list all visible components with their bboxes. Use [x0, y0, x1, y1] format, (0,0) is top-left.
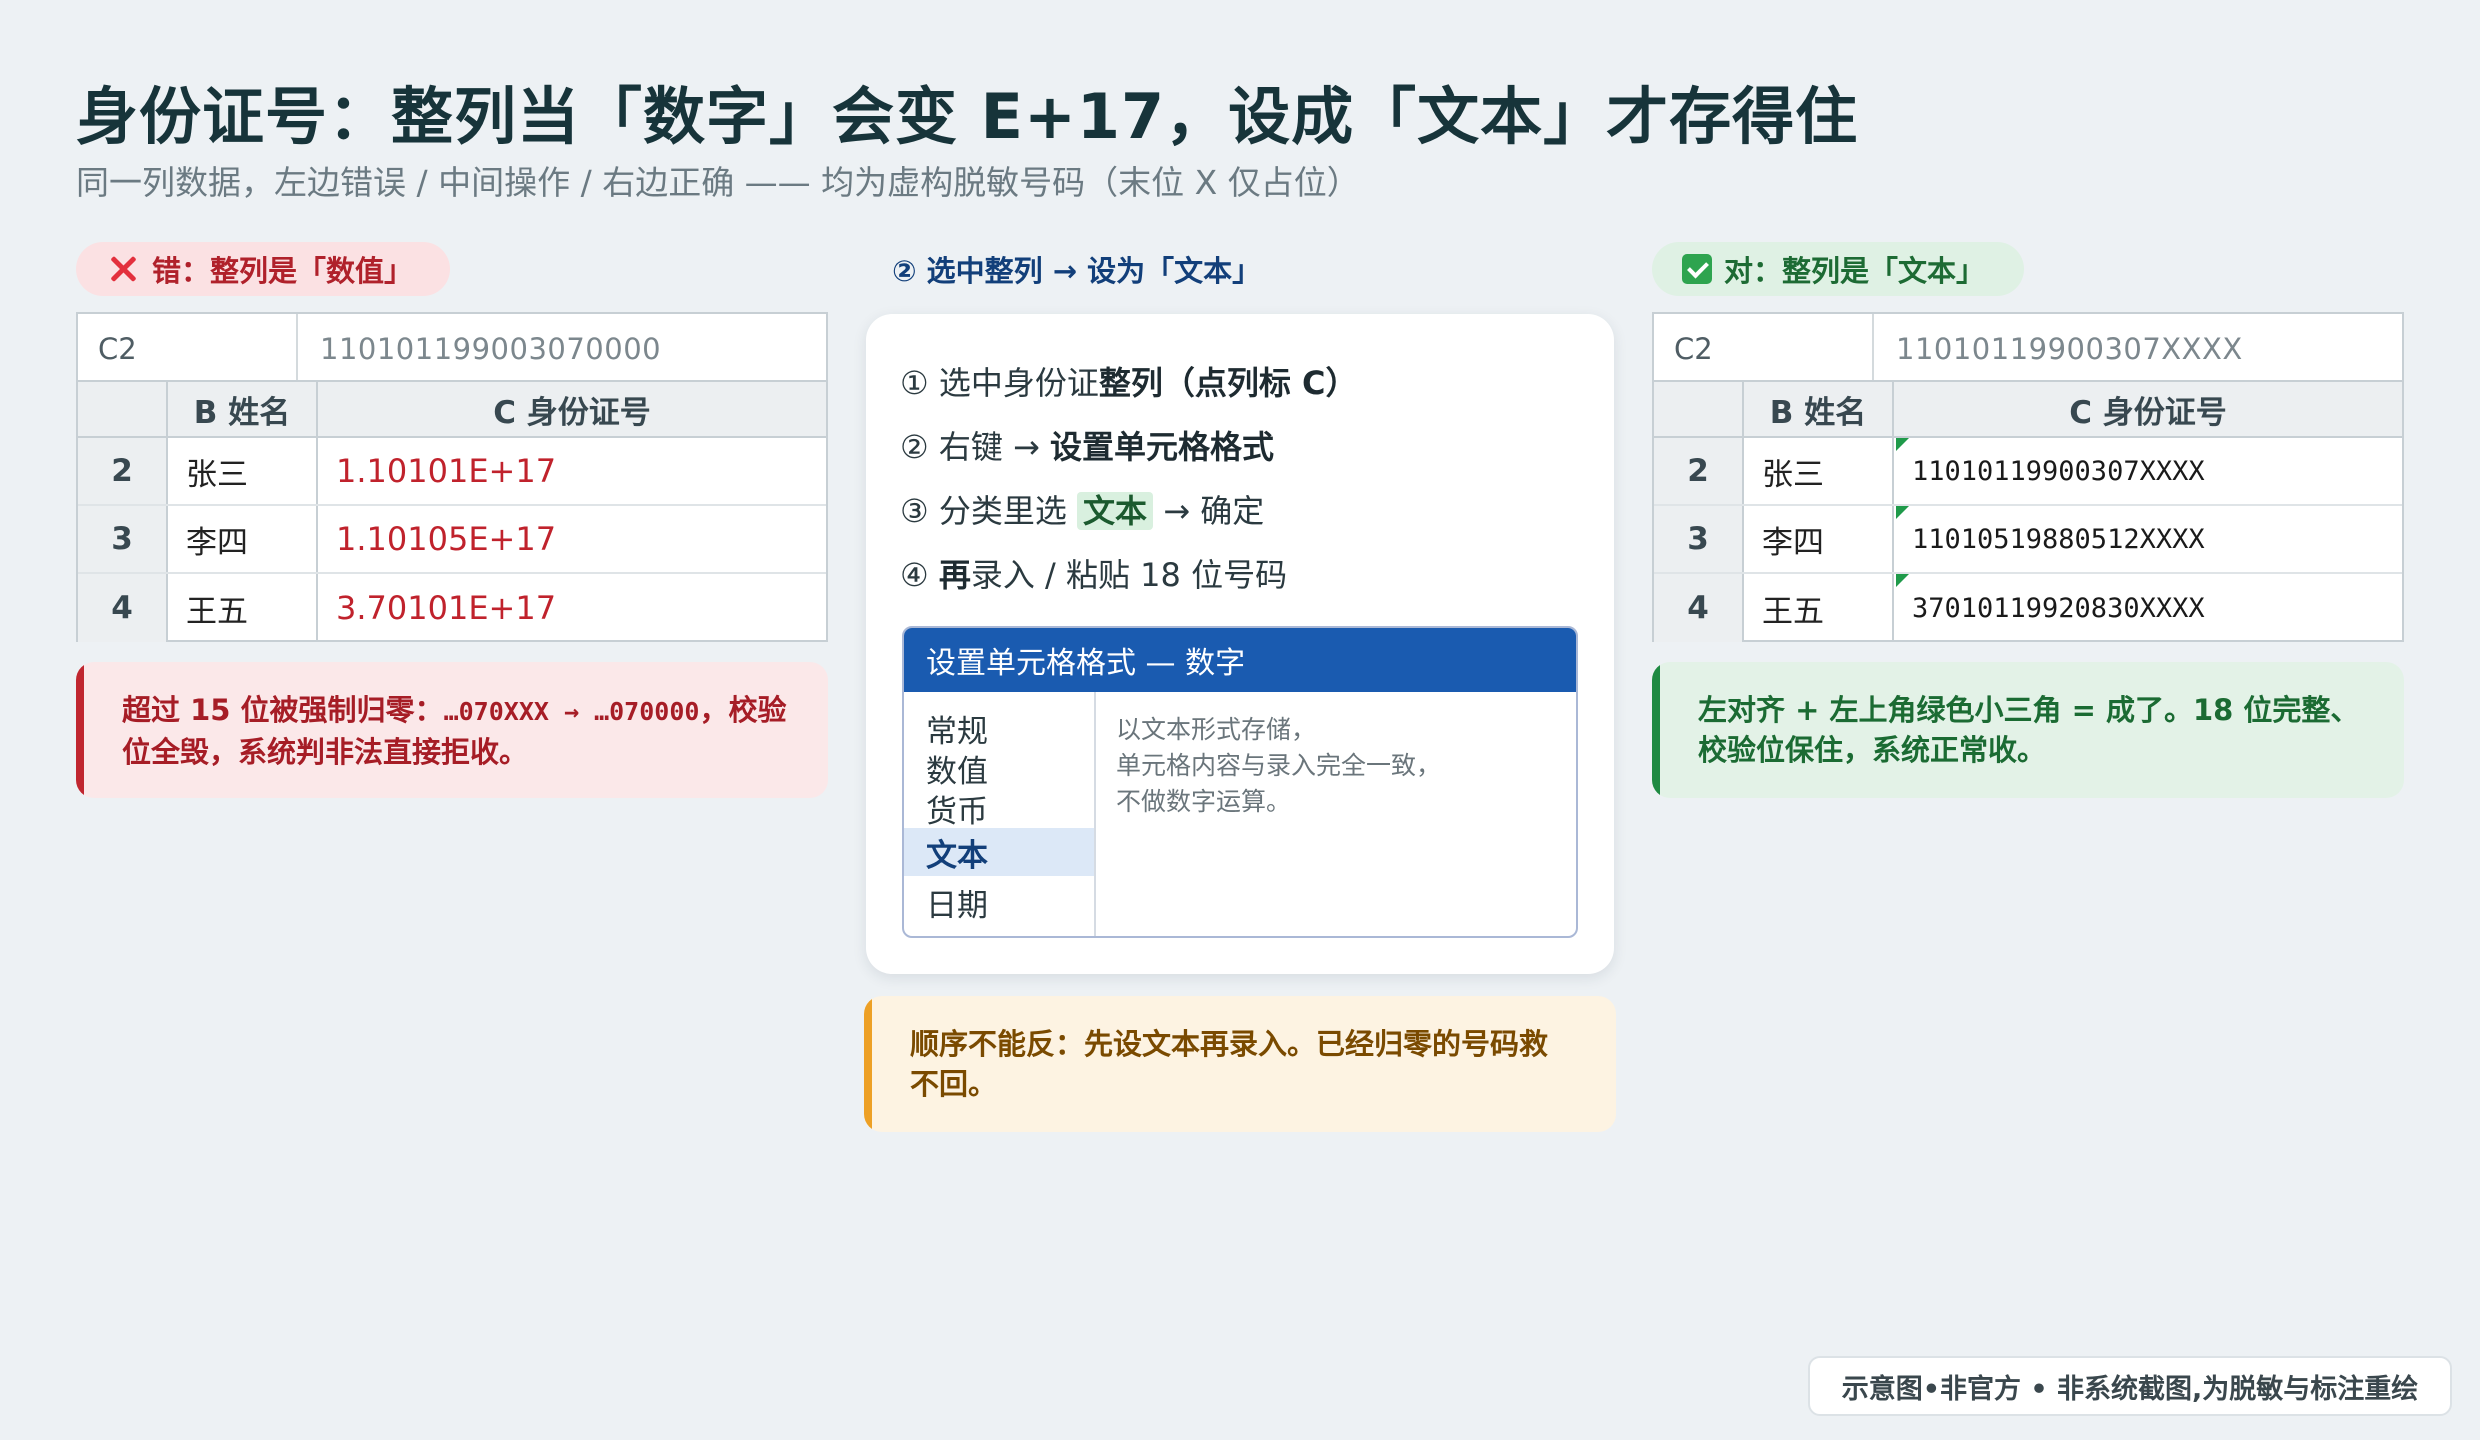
disclaimer-badge: 示意图•非官方 • 非系统截图,为脱敏与标注重绘: [1808, 1356, 2452, 1416]
formula-bar-divider: [296, 314, 298, 380]
cell-reference-box[interactable]: C2: [1674, 332, 1713, 366]
step-emphasis: 设置单元格格式: [1050, 428, 1275, 466]
description-line: 不做数字运算。: [1116, 787, 1292, 816]
column-header-row: B 姓名 C 身份证号: [78, 382, 826, 438]
table-row: 2 张三 11010119900307XXXX: [1654, 438, 2402, 506]
step-text: → 确定: [1153, 492, 1265, 530]
column-header-c[interactable]: C 身份证号: [1892, 382, 2402, 436]
step-emphasis: 再: [938, 556, 971, 594]
wrong-explanation-note: 超过 15 位被强制归零：…070XXX → …070000，校验位全毁，系统判…: [76, 662, 828, 798]
name-cell[interactable]: 张三: [166, 438, 316, 504]
column-header-b[interactable]: B 姓名: [166, 382, 316, 436]
category-general[interactable]: 常规: [904, 708, 1094, 750]
description-line: 单元格内容与录入完全一致，: [1116, 751, 1442, 780]
row-header[interactable]: 2: [1654, 438, 1742, 504]
table-row: 2 张三 1.10101E+17: [78, 438, 826, 506]
id-number-cell[interactable]: 37010119920830XXXX: [1892, 574, 2402, 642]
id-number-text: 37010119920830XXXX: [1912, 592, 2205, 624]
steps-label: ② 选中整列 → 设为「文本」: [892, 254, 1262, 288]
column-header-c[interactable]: C 身份证号: [316, 382, 826, 436]
order-warning-note: 顺序不能反：先设文本再录入。已经归零的号码救不回。: [864, 996, 1616, 1132]
row-header[interactable]: 3: [78, 506, 166, 572]
column-header-b[interactable]: B 姓名: [1742, 382, 1892, 436]
row-header[interactable]: 4: [78, 574, 166, 642]
cell-reference-box[interactable]: C2: [98, 332, 137, 366]
category-list: 常规 数值 货币 文本 日期: [904, 692, 1096, 936]
text-indicator-triangle-icon: [1896, 506, 1909, 519]
id-number-text: 11010119900307XXXX: [1912, 455, 2205, 487]
id-number-text: 11010519880512XXXX: [1912, 523, 2205, 555]
wrong-label-pill: 错：整列是「数值」: [76, 242, 450, 296]
category-description: 以文本形式存储， 单元格内容与录入完全一致， 不做数字运算。: [1116, 712, 1441, 820]
description-line: 以文本形式存储，: [1116, 715, 1317, 744]
formula-bar-value[interactable]: 11010119900307XXXX: [1896, 332, 2243, 366]
category-date[interactable]: 日期: [904, 882, 1094, 924]
step-emphasis: （点列标 C）: [1162, 364, 1358, 402]
step-text: ① 选中身份证: [900, 364, 1099, 402]
page-title: 身份证号：整列当「数字」会变 E+17，设成「文本」才存得住: [76, 80, 1859, 153]
column-header-row: B 姓名 C 身份证号: [1654, 382, 2402, 438]
formula-bar: C2 11010119900307XXXX: [1654, 314, 2402, 382]
name-cell[interactable]: 王五: [1742, 574, 1892, 642]
correct-explanation-note: 左对齐 + 左上角绿色小三角 = 成了。18 位完整、校验位保住，系统正常收。: [1652, 662, 2404, 798]
formula-bar-value[interactable]: 110101199003070000: [320, 332, 661, 366]
text-indicator-triangle-icon: [1896, 574, 1909, 587]
correct-label-text: 对：整列是「文本」: [1724, 254, 1986, 288]
text-format-highlight: 文本: [1077, 492, 1154, 530]
step-text: 录入 / 粘贴 18 位号码: [970, 556, 1288, 594]
name-cell[interactable]: 张三: [1742, 438, 1892, 504]
name-cell[interactable]: 王五: [166, 574, 316, 642]
step-2: ② 右键 → 设置单元格格式: [900, 422, 1274, 468]
id-number-cell[interactable]: 1.10105E+17: [316, 506, 826, 572]
text-indicator-triangle-icon: [1896, 438, 1909, 451]
correct-spreadsheet: C2 11010119900307XXXX B 姓名 C 身份证号 2 张三 1…: [1652, 312, 2404, 642]
step-4: ④ 再录入 / 粘贴 18 位号码: [900, 550, 1287, 596]
table-row: 4 王五 37010119920830XXXX: [1654, 574, 2402, 642]
steps-card: ① 选中身份证整列（点列标 C） ② 右键 → 设置单元格格式 ③ 分类里选 文…: [866, 314, 1614, 974]
row-header[interactable]: 4: [1654, 574, 1742, 642]
correct-label-pill: 对：整列是「文本」: [1652, 242, 2024, 296]
step-text: ④: [900, 556, 939, 594]
table-row: 4 王五 3.70101E+17: [78, 574, 826, 642]
id-number-cell[interactable]: 1.10101E+17: [316, 438, 826, 504]
id-number-cell[interactable]: 3.70101E+17: [316, 574, 826, 642]
format-cells-dialog: 设置单元格格式 — 数字 常规 数值 货币 文本 日期 以文本形式存储， 单元格…: [902, 626, 1578, 938]
wrong-label-text: 错：整列是「数值」: [152, 254, 414, 288]
step-1: ① 选中身份证整列（点列标 C）: [900, 358, 1358, 404]
cross-icon: [106, 252, 140, 286]
note-code: …070XXX → …070000: [443, 697, 700, 726]
id-number-cell[interactable]: 11010519880512XXXX: [1892, 506, 2402, 572]
step-emphasis: 整列: [1098, 364, 1163, 402]
step-3: ③ 分类里选 文本 → 确定: [900, 486, 1264, 532]
name-cell[interactable]: 李四: [166, 506, 316, 572]
id-number-cell[interactable]: 11010119900307XXXX: [1892, 438, 2402, 504]
table-row: 3 李四 1.10105E+17: [78, 506, 826, 574]
corner-header[interactable]: [1654, 382, 1742, 436]
note-text: 超过 15 位被强制归零：: [122, 693, 444, 727]
step-text: ② 右键 →: [900, 428, 1051, 466]
corner-header[interactable]: [78, 382, 166, 436]
row-header[interactable]: 3: [1654, 506, 1742, 572]
check-icon: [1682, 254, 1712, 284]
category-currency[interactable]: 货币: [904, 788, 1094, 830]
row-header[interactable]: 2: [78, 438, 166, 504]
category-text-selected[interactable]: 文本: [904, 828, 1094, 876]
page-subtitle: 同一列数据，左边错误 / 中间操作 / 右边正确 —— 均为虚构脱敏号码（末位 …: [76, 163, 1360, 202]
dialog-title: 设置单元格格式 — 数字: [904, 628, 1576, 692]
name-cell[interactable]: 李四: [1742, 506, 1892, 572]
step-text: ③ 分类里选: [900, 492, 1078, 530]
formula-bar: C2 110101199003070000: [78, 314, 826, 382]
formula-bar-divider: [1872, 314, 1874, 380]
category-number[interactable]: 数值: [904, 748, 1094, 790]
table-row: 3 李四 11010519880512XXXX: [1654, 506, 2402, 574]
wrong-spreadsheet: C2 110101199003070000 B 姓名 C 身份证号 2 张三 1…: [76, 312, 828, 642]
